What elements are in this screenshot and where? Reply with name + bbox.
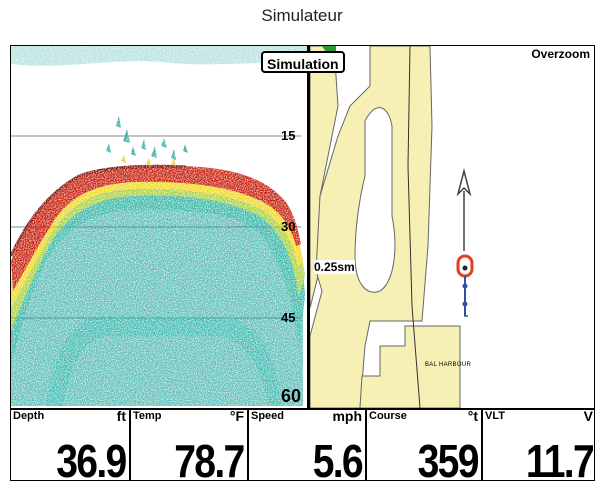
readout-value: 11.7 — [525, 435, 594, 481]
readout-unit: ft — [116, 410, 126, 424]
readout-value: 359 — [417, 435, 480, 481]
readout-name: Depth — [13, 410, 45, 422]
simulation-badge: Simulation — [261, 51, 345, 73]
chart-range-label: 0.25sm — [314, 260, 355, 274]
readout-name: Temp — [133, 410, 162, 422]
chart-place-label: BAL HARBOUR — [425, 362, 472, 368]
depth-mark-45: 45 — [281, 310, 296, 325]
readout-unit: °t — [467, 410, 478, 424]
depth-mark-60: 60 — [281, 386, 302, 406]
speed-readout[interactable]: Speed mph 5.6 — [249, 410, 367, 481]
depth-mark-15: 15 — [281, 128, 296, 143]
temp-readout[interactable]: Temp °F 78.7 — [131, 410, 249, 481]
readout-name: VLT — [485, 410, 505, 422]
readout-value: 78.7 — [174, 435, 246, 481]
sonar-view[interactable]: 15 30 45 60 — [11, 46, 309, 408]
readout-unit: °F — [229, 410, 244, 424]
readout-value: 5.6 — [312, 435, 364, 481]
depth-readout[interactable]: Depth ft 36.9 — [11, 410, 131, 481]
zoom-mode-label: Overzoom — [531, 47, 590, 61]
sonar-image — [11, 46, 309, 406]
chart-view[interactable] — [310, 46, 594, 408]
window-caption: Simulateur — [261, 6, 343, 25]
course-readout[interactable]: Course °t 359 — [367, 410, 483, 481]
data-bar: Depth ft 36.9 Temp °F 78.7 Speed mph 5.6… — [11, 408, 594, 481]
readout-unit: mph — [332, 410, 362, 424]
readout-name: Course — [369, 410, 407, 422]
fishfinder-screen: 15 30 45 60 Simulation Overzoom 0.25sm B… — [10, 45, 595, 481]
chart-map — [310, 46, 594, 408]
depth-mark-30: 30 — [281, 219, 296, 234]
readout-value: 36.9 — [56, 435, 128, 481]
readout-unit: V — [583, 410, 593, 424]
readout-name: Speed — [251, 410, 285, 422]
voltage-readout[interactable]: VLT V 11.7 — [483, 410, 594, 481]
